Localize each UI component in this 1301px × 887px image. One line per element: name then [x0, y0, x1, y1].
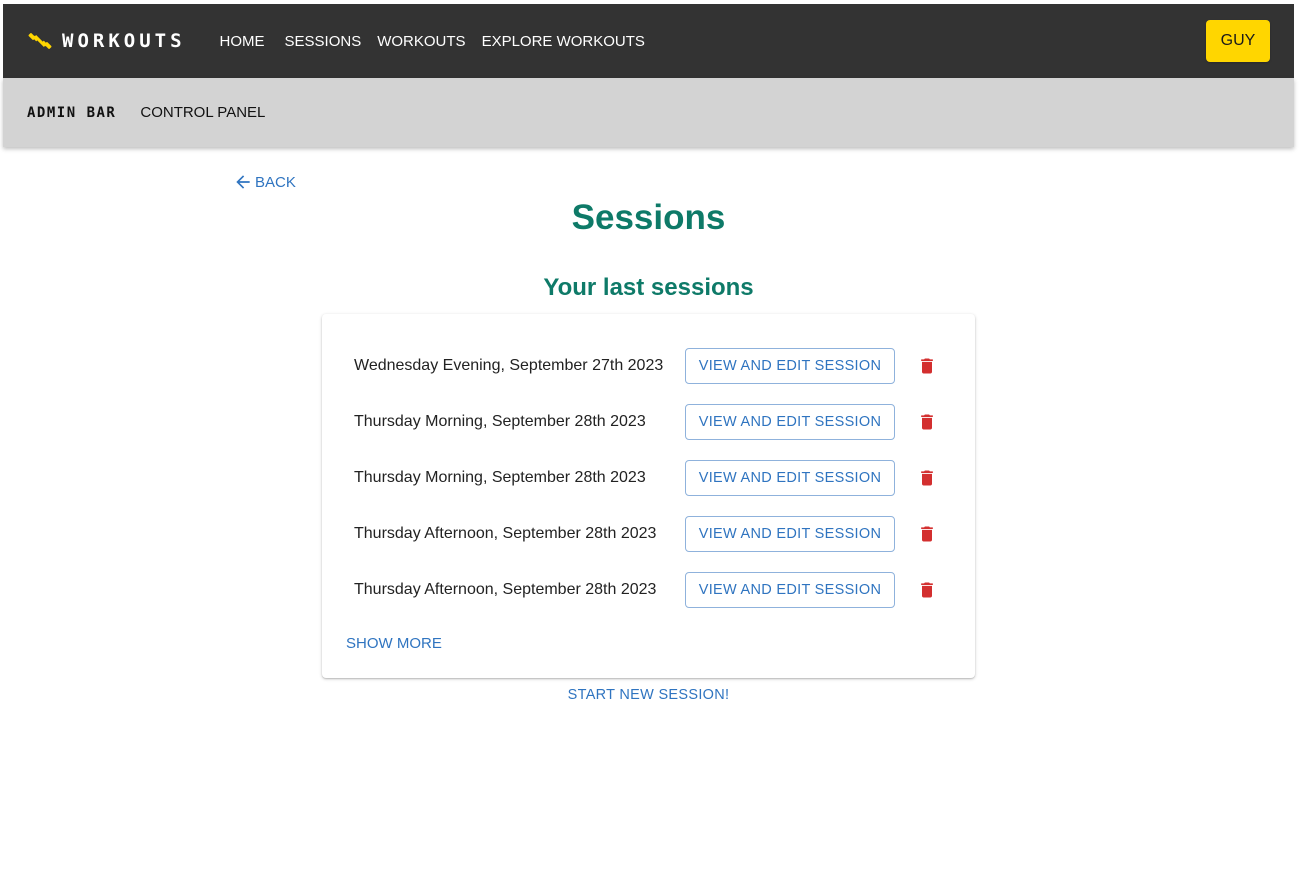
nav-home[interactable]: HOME: [212, 27, 273, 56]
trash-icon: [921, 470, 933, 486]
session-row: Thursday Afternoon, September 28th 2023 …: [322, 572, 975, 608]
delete-session-button[interactable]: [914, 465, 940, 491]
page: WORKOUTS HOME SESSIONS WORKOUTS EXPLORE …: [0, 0, 1301, 887]
dumbbell-icon: [28, 29, 52, 53]
start-new-session-button[interactable]: START NEW SESSION!: [0, 687, 1297, 703]
user-menu-button[interactable]: GUY: [1206, 20, 1270, 62]
trash-icon: [921, 358, 933, 374]
admin-bar-title: ADMIN BAR: [27, 104, 117, 121]
view-edit-session-button[interactable]: VIEW AND EDIT SESSION: [685, 404, 895, 440]
delete-session-button[interactable]: [914, 521, 940, 547]
page-title: Sessions: [571, 198, 726, 237]
trash-icon: [921, 582, 933, 598]
view-edit-session-button[interactable]: VIEW AND EDIT SESSION: [685, 460, 895, 496]
brand-title: WORKOUTS: [62, 30, 186, 52]
top-navbar: WORKOUTS HOME SESSIONS WORKOUTS EXPLORE …: [3, 4, 1294, 78]
control-panel-link[interactable]: CONTROL PANEL: [140, 104, 265, 121]
nav-sessions[interactable]: SESSIONS: [277, 27, 370, 56]
delete-session-button[interactable]: [914, 409, 940, 435]
delete-session-button[interactable]: [914, 577, 940, 603]
nav-workouts[interactable]: WORKOUTS: [369, 27, 473, 56]
arrow-left-icon: [236, 175, 250, 189]
show-more-button[interactable]: SHOW MORE: [346, 635, 442, 652]
nav-links: HOME SESSIONS WORKOUTS EXPLORE WORKOUTS: [212, 27, 653, 56]
view-edit-session-button[interactable]: VIEW AND EDIT SESSION: [685, 516, 895, 552]
session-row: Wednesday Evening, September 27th 2023 V…: [322, 348, 975, 384]
session-row: Thursday Afternoon, September 28th 2023 …: [322, 516, 975, 552]
session-label: Thursday Afternoon, September 28th 2023: [354, 581, 657, 598]
brand[interactable]: WORKOUTS: [28, 29, 186, 53]
view-edit-session-button[interactable]: VIEW AND EDIT SESSION: [685, 572, 895, 608]
session-row: Thursday Morning, September 28th 2023 VI…: [322, 404, 975, 440]
trash-icon: [921, 526, 933, 542]
view-edit-session-button[interactable]: VIEW AND EDIT SESSION: [685, 348, 895, 384]
sessions-card: Wednesday Evening, September 27th 2023 V…: [322, 314, 975, 678]
session-label: Thursday Afternoon, September 28th 2023: [354, 525, 657, 542]
session-row: Thursday Morning, September 28th 2023 VI…: [322, 460, 975, 496]
section-title: Your last sessions: [543, 274, 754, 301]
session-label: Wednesday Evening, September 27th 2023: [354, 357, 664, 374]
delete-session-button[interactable]: [914, 353, 940, 379]
back-link[interactable]: BACK: [233, 172, 296, 192]
admin-bar: ADMIN BAR CONTROL PANEL: [3, 78, 1294, 147]
back-label: BACK: [255, 173, 296, 191]
nav-explore-workouts[interactable]: EXPLORE WORKOUTS: [474, 27, 653, 56]
trash-icon: [921, 414, 933, 430]
session-label: Thursday Morning, September 28th 2023: [354, 469, 646, 486]
session-label: Thursday Morning, September 28th 2023: [354, 413, 646, 430]
